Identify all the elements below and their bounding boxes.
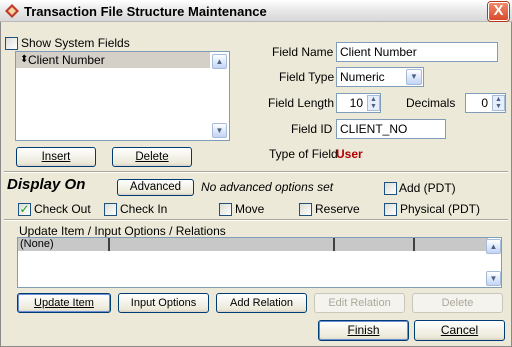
show-system-fields-checkbox[interactable] [5, 37, 18, 50]
update-item-button[interactable]: Update Item [17, 293, 111, 313]
move-checkbox[interactable] [219, 203, 232, 216]
scroll-up-icon[interactable]: ▲ [212, 54, 227, 69]
check-in-checkbox[interactable] [104, 203, 117, 216]
add-relation-button[interactable]: Add Relation [216, 293, 307, 313]
field-id-input[interactable]: CLIENT_NO [336, 119, 446, 139]
scroll-up-icon[interactable]: ▲ [486, 239, 501, 254]
delete-field-button-label: Delete [135, 151, 169, 163]
app-icon [5, 4, 19, 18]
grid-separator [333, 238, 335, 251]
field-type-value: Numeric [340, 70, 385, 84]
field-length-spinner-icon[interactable]: ▲ ▼ [367, 95, 380, 111]
physical-pdt-checkbox[interactable] [384, 203, 397, 216]
move-label: Move [235, 202, 265, 216]
field-name-input[interactable]: Client Number [336, 42, 498, 62]
chevron-down-icon[interactable]: ▼ [406, 69, 422, 85]
edit-relation-button[interactable]: Edit Relation [314, 293, 405, 313]
scroll-down-icon[interactable]: ▼ [486, 271, 501, 286]
field-list-item-label: Client Number [28, 53, 105, 67]
update-section-heading: Update Item / Input Options / Relations [19, 224, 226, 238]
close-icon[interactable]: X [488, 2, 509, 21]
decimals-spinner-icon[interactable]: ▲ ▼ [492, 95, 505, 111]
delete-relation-button[interactable]: Delete [412, 293, 503, 313]
scroll-down-icon[interactable]: ▼ [212, 123, 227, 138]
relations-grid-row[interactable] [18, 238, 488, 251]
physical-pdt-label: Physical (PDT) [400, 202, 481, 216]
update-item-label: Update Item [34, 297, 94, 309]
add-pdt-checkbox[interactable] [384, 182, 397, 195]
delete-field-button[interactable]: Delete [112, 147, 192, 167]
type-of-field-label: Type of Field [269, 147, 338, 161]
show-system-fields-label: Show System Fields [21, 36, 130, 50]
display-on-heading: Display On [7, 176, 86, 193]
decimals-label: Decimals [406, 96, 456, 110]
field-type-label: Field Type [279, 70, 335, 84]
field-name-label: Field Name [272, 45, 334, 59]
advanced-status: No advanced options set [201, 180, 334, 194]
grid-separator [108, 238, 110, 251]
check-in-label: Check In [120, 202, 168, 216]
advanced-button[interactable]: Advanced [117, 179, 194, 196]
reserve-checkbox[interactable] [299, 203, 312, 216]
window-title: Transaction File Structure Maintenance [24, 4, 267, 19]
reserve-label: Reserve [315, 202, 360, 216]
field-length-label: Field Length [268, 96, 335, 110]
check-out-checkbox[interactable] [18, 203, 31, 216]
relations-first-cell: (None) [20, 238, 54, 250]
divider [4, 219, 508, 221]
cancel-label: Cancel [440, 323, 479, 337]
insert-button[interactable]: Insert [16, 147, 96, 167]
finish-button[interactable]: Finish [318, 320, 409, 341]
divider [4, 171, 508, 173]
finish-label: Finish [347, 323, 380, 337]
insert-button-label: Insert [41, 151, 71, 163]
field-id-label: Field ID [291, 122, 333, 136]
type-of-field-value: User [336, 147, 363, 161]
add-pdt-label: Add (PDT) [399, 181, 456, 195]
cancel-button[interactable]: Cancel [414, 320, 505, 341]
check-out-label: Check Out [34, 202, 91, 216]
input-options-button[interactable]: Input Options [118, 293, 209, 313]
grid-separator [413, 238, 415, 251]
